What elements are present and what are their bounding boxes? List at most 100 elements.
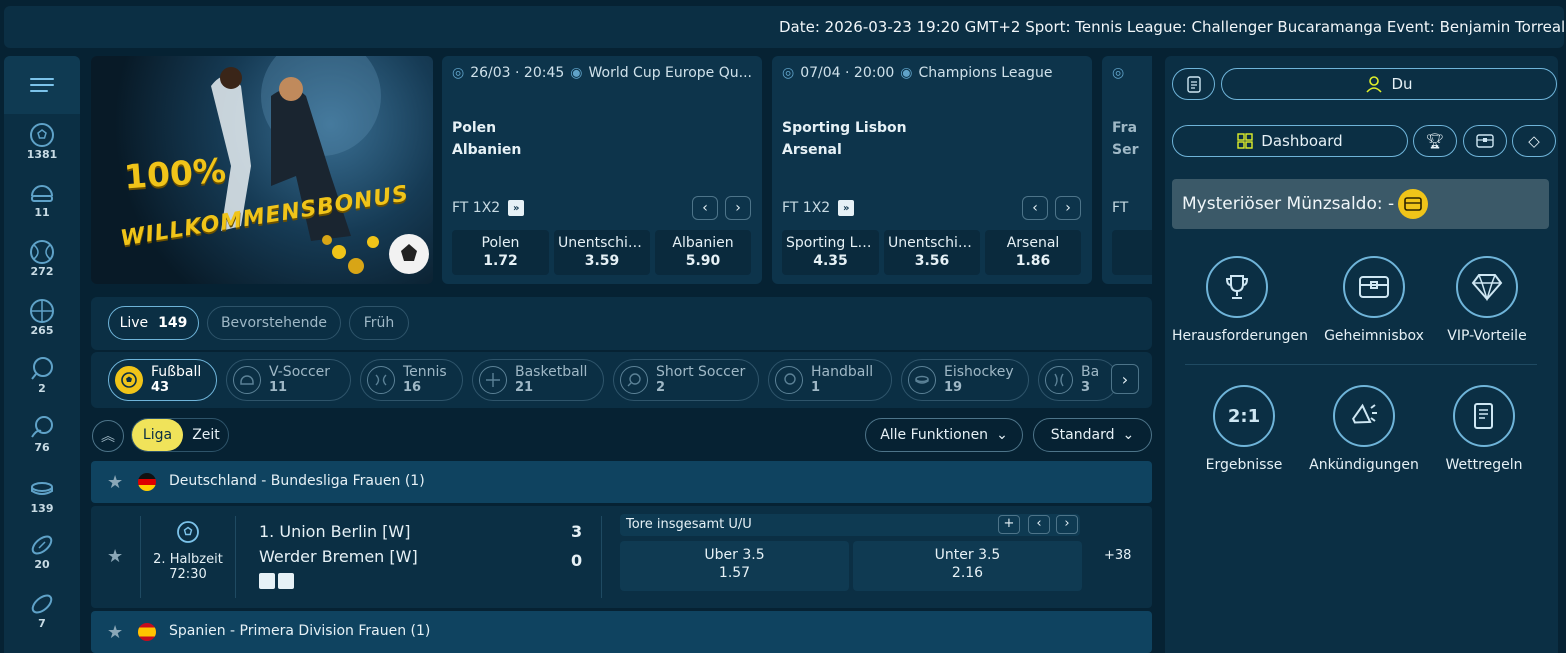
prev-card-button[interactable]: ‹: [692, 196, 718, 220]
menu-button[interactable]: [4, 56, 80, 114]
odds-button-draw[interactable]: Unentschie... 3.56: [884, 230, 980, 275]
feature-label: Ankündigungen: [1309, 457, 1419, 473]
sidebar-item-american-football[interactable]: 20: [4, 532, 80, 571]
feature-label: Geheimnisbox: [1324, 328, 1424, 344]
basketball-icon: [30, 299, 54, 323]
football-icon: [31, 535, 53, 555]
match-datetime: 26/03 · 20:45: [470, 65, 565, 81]
scroll-sports-right-button[interactable]: ›: [1111, 364, 1139, 394]
filter-early[interactable]: Früh: [349, 306, 409, 340]
odds-button-away[interactable]: Albanien 5.90: [655, 230, 751, 275]
mystery-box-button[interactable]: [1463, 125, 1507, 157]
welcome-bonus-banner[interactable]: 100% WILLKOMMENSBONUS: [91, 56, 433, 284]
market-name: FT 1X2: [452, 200, 501, 216]
odds-button-away[interactable]: Arsenal 1.86: [985, 230, 1081, 275]
chest-icon: [1343, 256, 1405, 318]
next-card-button[interactable]: ›: [1055, 196, 1081, 220]
odds-button-over[interactable]: Uber 3.5 1.57: [620, 541, 849, 591]
collapse-all-button[interactable]: ︽: [92, 420, 124, 452]
sidebar-count: 2: [38, 382, 46, 395]
feature-results[interactable]: 2:1 Ergebnisse: [1179, 385, 1309, 473]
odds-label: Unter 3.5: [934, 547, 1001, 563]
odds-button-home[interactable]: Polen 1.72: [452, 230, 549, 275]
market-name: Tore insgesamt U/U: [626, 517, 752, 532]
away-team: Werder Bremen [W]: [259, 547, 418, 566]
odds-button-draw[interactable]: Unentschie... 3.59: [554, 230, 650, 275]
filter-upcoming[interactable]: Bevorstehende: [207, 306, 341, 340]
plus-icon: +: [1003, 516, 1015, 531]
event-row[interactable]: ★ 2. Halbzeit 72:30 1. Union Berlin [W] …: [91, 506, 1152, 608]
tab-tennis[interactable]: Tennis 16: [360, 359, 463, 401]
user-profile-button[interactable]: Du: [1221, 68, 1557, 100]
odds-label: Sporting Lis...: [786, 235, 879, 251]
add-market-button[interactable]: +: [998, 515, 1020, 534]
more-markets-link[interactable]: +38: [1104, 548, 1131, 563]
prev-market-button[interactable]: ‹: [1028, 515, 1050, 534]
star-icon[interactable]: ★: [107, 472, 123, 493]
feature-mystery-box[interactable]: Geheimnisbox: [1309, 256, 1439, 344]
dashboard-button[interactable]: Dashboard: [1172, 125, 1408, 157]
sidebar-count: 139: [30, 502, 54, 515]
stats-icon[interactable]: [259, 573, 275, 589]
tab-short-soccer[interactable]: Short Soccer 2: [613, 359, 759, 401]
sidebar-item-basketball[interactable]: 265: [4, 298, 80, 337]
chevron-right-icon: ›: [1064, 516, 1070, 531]
standard-dropdown[interactable]: Standard ⌄: [1033, 418, 1152, 452]
sidebar-item-short-soccer[interactable]: 2: [4, 356, 80, 395]
star-icon[interactable]: ★: [107, 622, 123, 643]
odds-button-home[interactable]: Sporting Lis... 4.35: [782, 230, 879, 275]
chevron-left-icon: ‹: [702, 200, 708, 216]
star-icon[interactable]: ★: [107, 546, 123, 567]
coin-chest-icon: [1398, 189, 1429, 219]
odds-label: Uber 3.5: [704, 547, 765, 563]
feature-bet-rules[interactable]: Wettregeln: [1419, 385, 1549, 473]
sport-name: Basketball: [515, 364, 588, 380]
featured-match-card[interactable]: ◎ 07/04 · 20:00 ◉ Champions League Sport…: [772, 56, 1092, 284]
featured-match-card[interactable]: ◎ Fra Ser FT: [1102, 56, 1152, 284]
tab-basketball[interactable]: Basketball 21: [472, 359, 604, 401]
odds-label: Arsenal: [1006, 235, 1060, 251]
away-team: Albanien: [452, 142, 522, 158]
feature-vip[interactable]: VIP-Vorteile: [1422, 256, 1552, 344]
sidebar-item-handball[interactable]: 76: [4, 415, 80, 454]
sidebar-item-soccer[interactable]: 1381: [4, 122, 80, 161]
fast-forward-icon[interactable]: »: [508, 200, 525, 216]
handball-icon: [31, 416, 53, 438]
all-functions-dropdown[interactable]: Alle Funktionen ⌄: [865, 418, 1023, 452]
filter-live[interactable]: Live 149: [108, 306, 199, 340]
league-header[interactable]: ★ Deutschland - Bundesliga Frauen (1): [91, 461, 1152, 503]
hamburger-icon: [30, 74, 54, 96]
feature-label: Herausforderungen: [1172, 328, 1309, 344]
chevron-right-icon: ›: [735, 200, 741, 216]
odds-button-home[interactable]: [1112, 230, 1152, 275]
sport-name: Short Soccer: [656, 364, 746, 380]
sidebar-item-tennis[interactable]: 272: [4, 239, 80, 278]
prev-card-button[interactable]: ‹: [1022, 196, 1048, 220]
sport-name: V-Soccer: [269, 364, 331, 380]
sidebar-item-ice-hockey[interactable]: 139: [4, 476, 80, 515]
tab-soccer[interactable]: Fußball 43: [108, 359, 217, 401]
tab-ice-hockey[interactable]: Eishockey 19: [901, 359, 1029, 401]
sidebar-item-rugby[interactable]: 7: [4, 591, 80, 630]
tab-handball[interactable]: Handball 1: [768, 359, 892, 401]
tab-vsoccer[interactable]: V-Soccer 11: [226, 359, 351, 401]
challenges-button[interactable]: 🏆︎: [1413, 125, 1457, 157]
field-icon[interactable]: [278, 573, 294, 589]
featured-match-card[interactable]: ◎ 26/03 · 20:45 ◉ World Cup Europe Qu...…: [442, 56, 762, 284]
sort-league-button[interactable]: Liga: [132, 419, 183, 451]
feature-announcements[interactable]: Ankündigungen: [1299, 385, 1429, 473]
odds-button-under[interactable]: Unter 3.5 2.16: [853, 541, 1082, 591]
betslip-button[interactable]: [1172, 68, 1215, 100]
sidebar-item-vsoccer[interactable]: 11: [4, 180, 80, 219]
sort-time-button[interactable]: Zeit: [185, 419, 227, 451]
divider: [601, 516, 602, 598]
tab-baseball[interactable]: Ba 3: [1038, 359, 1118, 401]
next-card-button[interactable]: ›: [725, 196, 751, 220]
next-market-button[interactable]: ›: [1056, 515, 1078, 534]
league-header[interactable]: ★ Spanien - Primera Division Frauen (1): [91, 611, 1152, 653]
sidebar-count: 11: [34, 206, 50, 219]
fast-forward-icon[interactable]: »: [838, 200, 855, 216]
sport-name: Ba: [1081, 364, 1100, 380]
feature-challenges[interactable]: Herausforderungen: [1172, 256, 1309, 344]
vip-button[interactable]: ◇: [1512, 125, 1556, 157]
